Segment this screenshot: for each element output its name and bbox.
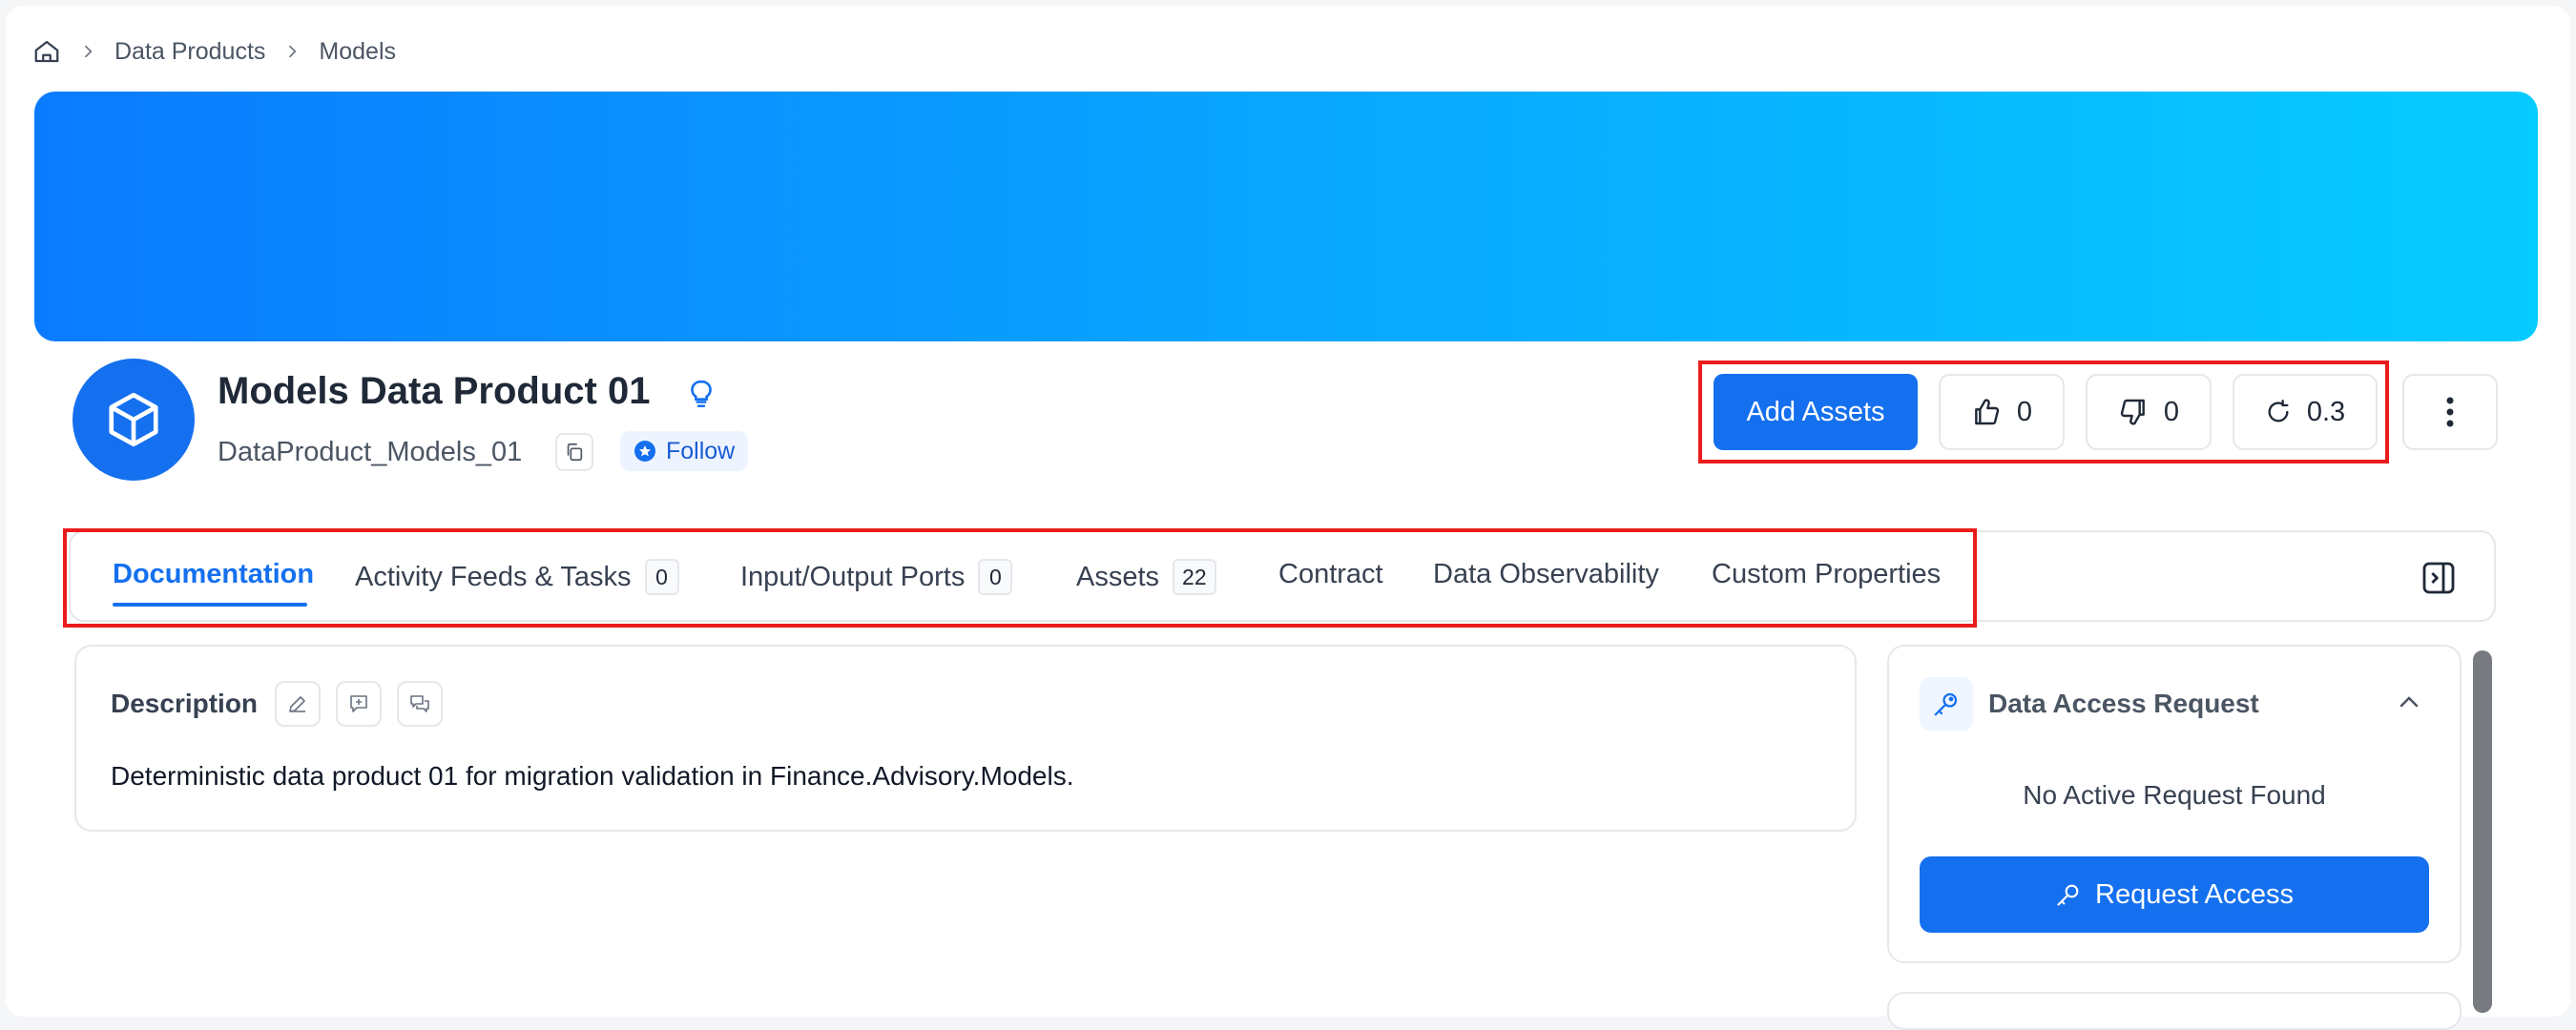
chevron-right-icon (78, 42, 97, 61)
fqn-text: DataProduct_Models_01 (218, 437, 523, 467)
tab-activity-feeds[interactable]: Activity Feeds & Tasks 0 (355, 559, 679, 595)
request-access-button[interactable]: Request Access (1920, 856, 2429, 933)
conversation-button[interactable] (397, 681, 443, 727)
tab-label: Documentation (113, 559, 315, 589)
dislike-button[interactable]: 0 (2086, 374, 2212, 450)
thumbs-up-icon (1975, 399, 2000, 425)
breadcrumb: Data Products Models (32, 34, 396, 69)
home-icon[interactable] (32, 37, 61, 66)
tab-label: Contract (1278, 559, 1383, 589)
star-icon (634, 441, 655, 462)
request-access-label: Request Access (2095, 878, 2294, 910)
cover-banner (34, 92, 2538, 341)
tabs-highlight (63, 528, 1977, 628)
chat-icon (410, 695, 429, 712)
dislike-count: 0 (2163, 396, 2180, 427)
scrollbar[interactable] (2473, 650, 2492, 1013)
copy-icon (567, 443, 583, 462)
lightbulb-icon[interactable] (685, 378, 717, 415)
add-assets-button[interactable]: Add Assets (1714, 374, 1918, 450)
copy-button[interactable] (555, 433, 593, 471)
follow-button[interactable]: Follow (620, 431, 749, 471)
refresh-icon (2268, 400, 2289, 422)
pencil-icon (289, 696, 305, 712)
tab-custom-properties[interactable]: Custom Properties (1712, 559, 1941, 590)
description-card (74, 645, 1857, 832)
edit-description-button[interactable] (275, 681, 321, 727)
chevron-right-icon (282, 42, 301, 61)
tab-count-badge: 22 (1173, 559, 1216, 595)
tab-label: Custom Properties (1712, 559, 1942, 589)
no-request-text: No Active Request Found (2023, 780, 2326, 810)
tab-count-badge: 0 (978, 559, 1013, 595)
tab-label: Input/Output Ports (740, 561, 966, 592)
data-access-title: Data Access Request (1988, 689, 2259, 718)
more-options-button[interactable] (2402, 374, 2498, 450)
request-description-button[interactable] (336, 681, 382, 727)
breadcrumb-item-models[interactable]: Models (319, 38, 396, 66)
follow-label: Follow (666, 437, 736, 464)
breadcrumb-item-data-products[interactable]: Data Products (114, 38, 265, 66)
like-button[interactable]: 0 (1939, 374, 2065, 450)
kebab-menu-icon (2446, 397, 2454, 427)
tab-assets[interactable]: Assets 22 (1076, 559, 1216, 595)
tab-label: Activity Feeds & Tasks (355, 561, 632, 592)
page: Data Products Models Models Data Product… (0, 0, 2576, 1030)
tab-data-observability[interactable]: Data Observability (1433, 559, 1659, 590)
tab-count-badge: 0 (644, 559, 679, 595)
tab-input-output-ports[interactable]: Input/Output Ports 0 (740, 559, 1013, 595)
cube-icon (109, 392, 158, 447)
thumbs-down-icon (2120, 399, 2145, 425)
tab-label: Data Observability (1433, 559, 1659, 589)
description-text: Deterministic data product 01 for migrat… (111, 761, 1074, 791)
key-icon (1920, 677, 1973, 731)
tab-label: Assets (1076, 561, 1160, 592)
version-button[interactable]: 0.3 (2233, 374, 2378, 450)
data-product-avatar (73, 359, 195, 481)
comment-add-icon (350, 695, 367, 712)
chevron-up-icon[interactable] (2395, 689, 2423, 722)
panel-toggle-icon[interactable] (2420, 559, 2458, 602)
like-count: 0 (2016, 396, 2033, 427)
tab-contract[interactable]: Contract (1278, 559, 1383, 590)
tab-documentation[interactable]: Documentation (113, 559, 314, 590)
page-title: Models Data Product 01 (218, 370, 651, 412)
version-number: 0.3 (2306, 396, 2346, 427)
key-icon (2057, 884, 2079, 906)
active-tab-indicator (113, 603, 307, 607)
secondary-card (1887, 992, 2462, 1030)
description-label: Description (111, 689, 259, 718)
